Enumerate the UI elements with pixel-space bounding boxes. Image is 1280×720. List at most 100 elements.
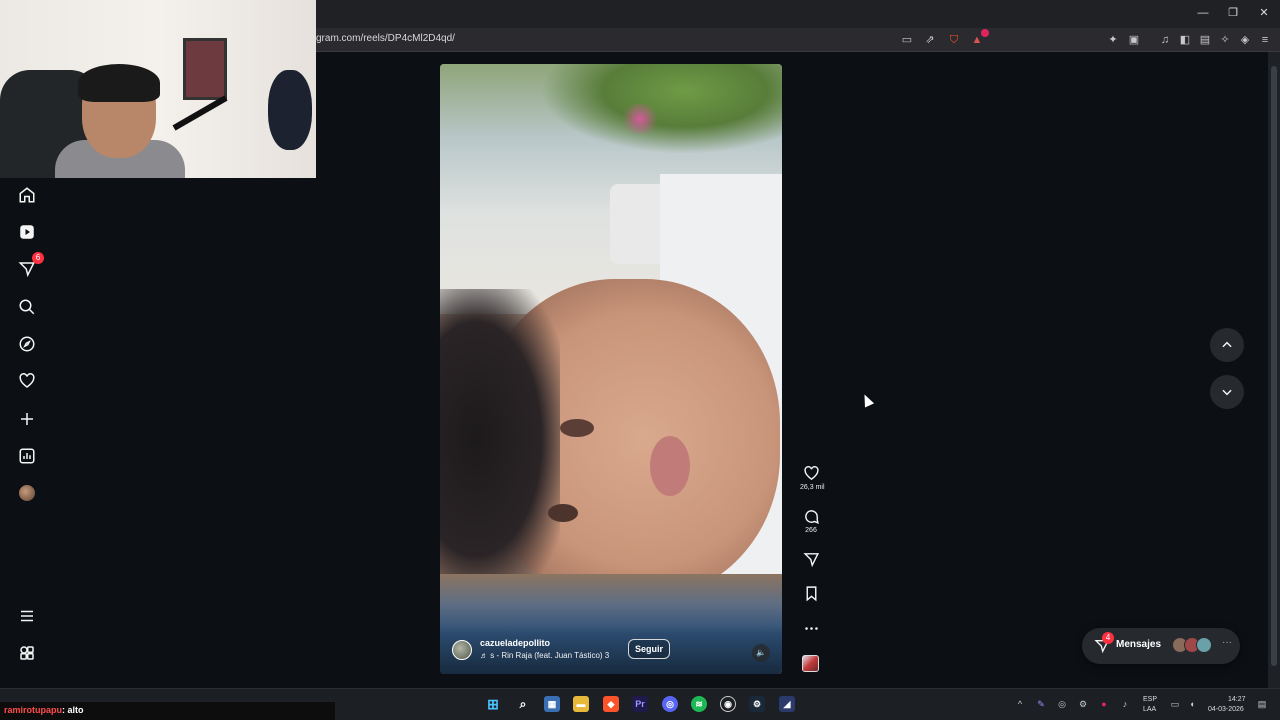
reel-eye: [560, 419, 594, 437]
clock-date[interactable]: 04-03-2026: [1208, 705, 1244, 714]
windows-start-icon[interactable]: ⊞: [485, 696, 501, 712]
app-icon[interactable]: ◢: [779, 696, 795, 712]
menu-icon[interactable]: ≡: [1258, 33, 1272, 47]
comment-action[interactable]: 266: [800, 508, 822, 534]
reels-icon[interactable]: [16, 221, 38, 243]
messages-notification-badge: 6: [32, 252, 44, 264]
reel-flowers: [620, 104, 660, 134]
chat-username: ramirotupapu: [4, 705, 63, 715]
extensions-icon[interactable]: ✦: [1106, 33, 1120, 47]
music-icon[interactable]: ♫: [1158, 33, 1172, 47]
create-icon[interactable]: [16, 408, 38, 430]
leo-ai-icon[interactable]: ✧: [1218, 33, 1232, 47]
apps-icon[interactable]: [16, 642, 38, 664]
mouse-cursor: [859, 392, 875, 408]
heart-icon[interactable]: [803, 465, 820, 482]
stream-chat-overlay: ramirotupapu: alto: [0, 702, 335, 720]
tray-discord-icon[interactable]: ◎: [1057, 699, 1067, 709]
cast-icon[interactable]: ▭: [900, 33, 914, 47]
webcam-overlay: [0, 0, 316, 178]
close-icon[interactable]: ✕: [1257, 6, 1271, 20]
restore-icon[interactable]: ❐: [1226, 6, 1240, 20]
reel-eye: [548, 504, 578, 522]
discord-icon[interactable]: ◎: [662, 696, 678, 712]
scrollbar[interactable]: [1268, 52, 1280, 688]
network-icon[interactable]: ▭: [1170, 699, 1180, 709]
profile-avatar[interactable]: [16, 482, 38, 504]
brave-shields-icon[interactable]: ⛉: [947, 33, 961, 47]
tray-pen-icon[interactable]: ✎: [1036, 699, 1046, 709]
webcam-person-hair: [78, 64, 160, 102]
notifications-icon[interactable]: ▤: [1257, 699, 1267, 709]
spotify-icon[interactable]: ≋: [691, 696, 707, 712]
reel-author-avatar[interactable]: [452, 640, 472, 660]
reel-author-username[interactable]: cazueladepollito: [480, 638, 550, 648]
share-action[interactable]: [800, 551, 822, 568]
tab-icon[interactable]: ▣: [1127, 33, 1141, 47]
bookmark-icon[interactable]: [803, 585, 820, 602]
url-text[interactable]: gram.com/reels/DP4cMl2D4qd/: [316, 33, 455, 44]
taskbar-search-icon[interactable]: ⌕: [515, 696, 531, 712]
language-indicator[interactable]: ESP: [1143, 695, 1157, 704]
webcam-guitar: [268, 70, 312, 150]
reel-mouth: [650, 436, 690, 496]
scrollbar-thumb[interactable]: [1271, 66, 1277, 666]
brave-taskbar-icon[interactable]: ◆: [603, 696, 619, 712]
like-action[interactable]: 26,3 mil: [800, 465, 825, 491]
reel-footer: cazueladepollito ♬ ​​s - Rin Raja (feat.…: [440, 626, 782, 674]
tray-overflow-icon[interactable]: ^: [1015, 699, 1025, 709]
messages-label: Mensajes: [1116, 639, 1162, 650]
widgets-icon[interactable]: ▦: [544, 696, 560, 712]
tray-steam-icon[interactable]: ⚙: [1078, 699, 1088, 709]
mute-icon[interactable]: 🔈: [752, 644, 770, 662]
webcam-picture-frame: [183, 38, 227, 100]
messages-avatars: [1172, 637, 1212, 655]
wallet-icon[interactable]: ▤: [1198, 33, 1212, 47]
profile-avatar-image: [19, 485, 35, 501]
dashboard-icon[interactable]: [16, 445, 38, 467]
chat-message: ramirotupapu: alto: [4, 705, 84, 715]
heart-icon[interactable]: [16, 370, 38, 392]
file-explorer-icon[interactable]: ▬: [573, 696, 589, 712]
brave-rewards-icon[interactable]: ▲: [970, 29, 989, 47]
chevron-up-icon: [1222, 341, 1232, 348]
hamburger-menu-icon[interactable]: [16, 605, 38, 627]
messages-icon[interactable]: 6: [16, 252, 44, 280]
explore-icon[interactable]: [16, 333, 38, 355]
messages-badge: 4: [1102, 632, 1114, 644]
save-action[interactable]: [800, 585, 822, 602]
share-icon[interactable]: ⇗: [923, 33, 937, 47]
reel-hair: [440, 289, 560, 589]
more-options[interactable]: [800, 620, 822, 637]
search-icon[interactable]: [16, 296, 38, 318]
steam-icon[interactable]: ⚙: [749, 696, 765, 712]
volume-icon[interactable]: ◖: [1187, 699, 1197, 709]
follow-button[interactable]: Seguir: [628, 639, 671, 659]
sidebar-icon[interactable]: ◧: [1178, 33, 1192, 47]
chevron-down-icon: [1222, 389, 1232, 396]
screen: — ❐ ✕ gram.com/reels/DP4cMl2D4qd/ ▭ ⇗ ⛉ …: [0, 0, 1280, 720]
chat-text: : alto: [62, 705, 84, 715]
messages-more-icon[interactable]: ···: [1222, 637, 1232, 648]
send-icon[interactable]: [802, 551, 820, 568]
rewards-badge: [981, 29, 989, 37]
home-icon[interactable]: [16, 184, 38, 206]
reel-video[interactable]: cazueladepollito ♬ ​​s - Rin Raja (feat.…: [440, 64, 782, 674]
keyboard-layout[interactable]: LAA: [1143, 705, 1156, 714]
microphone-icon[interactable]: ♪: [1120, 699, 1130, 709]
clock-time[interactable]: 14:27: [1228, 695, 1246, 704]
previous-reel-button[interactable]: [1210, 328, 1244, 362]
next-reel-button[interactable]: [1210, 375, 1244, 409]
premiere-icon[interactable]: Pr: [632, 696, 648, 712]
messages-pill[interactable]: 4 Mensajes ···: [1082, 628, 1240, 664]
reel-tree: [540, 64, 782, 154]
vpn-icon[interactable]: ◈: [1238, 33, 1252, 47]
more-icon[interactable]: [803, 620, 820, 637]
avatar: [1196, 637, 1212, 653]
comment-icon[interactable]: [803, 508, 820, 525]
tray-record-icon[interactable]: ●: [1099, 699, 1109, 709]
obs-icon[interactable]: ◉: [720, 696, 736, 712]
minimize-icon[interactable]: —: [1196, 6, 1210, 20]
reel-music-label[interactable]: ♬ ​​s - Rin Raja (feat. Juan Tástico) 3: [480, 651, 609, 660]
audio-thumbnail[interactable]: [802, 655, 819, 672]
